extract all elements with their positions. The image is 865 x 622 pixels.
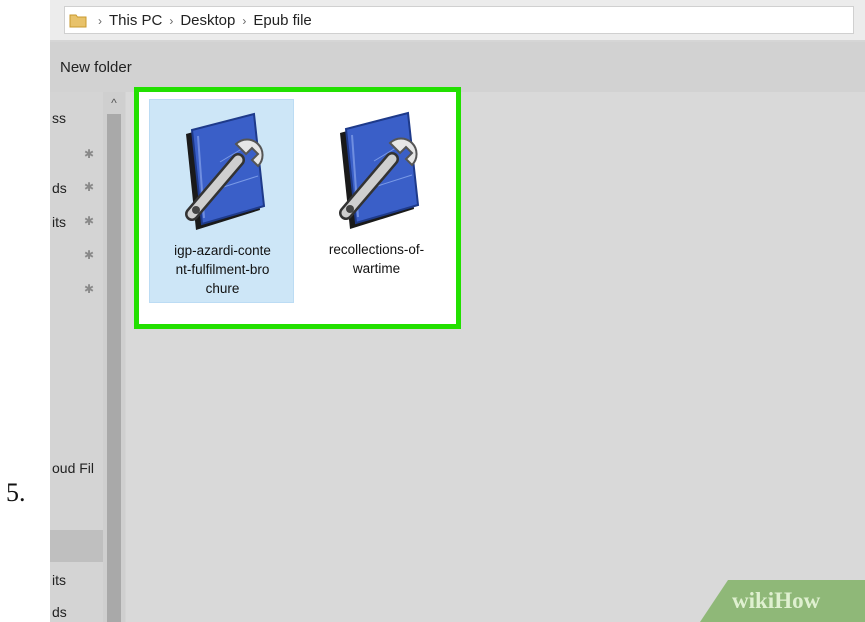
- nav-item-cloud-files[interactable]: oud Fil: [52, 460, 94, 476]
- file-explorer-window: › This PC › Desktop › Epub file New folder ss…: [50, 0, 865, 622]
- pin-icon[interactable]: ✱: [84, 147, 94, 161]
- address-box[interactable]: › This PC › Desktop › Epub file: [64, 6, 854, 34]
- scroll-up-icon[interactable]: ^: [103, 92, 125, 114]
- wikihow-watermark: wikiHow: [732, 588, 820, 614]
- breadcrumb-separator: ›: [98, 14, 102, 28]
- breadcrumb-desktop[interactable]: Desktop: [180, 12, 235, 29]
- step-number: 5.: [6, 478, 26, 507]
- nav-item-downloads[interactable]: ds: [52, 180, 67, 196]
- file-name-line: chure: [205, 281, 240, 296]
- folder-icon: [69, 14, 87, 28]
- nav-item-documents[interactable]: its: [52, 214, 66, 230]
- nav-item-downloads-2[interactable]: ds: [52, 604, 67, 620]
- pin-icon[interactable]: ✱: [84, 282, 94, 296]
- file-name-line: recollections-of-: [328, 242, 425, 257]
- address-bar: › This PC › Desktop › Epub file: [50, 0, 865, 40]
- breadcrumb-epub-file[interactable]: Epub file: [253, 12, 311, 29]
- breadcrumb-separator: ›: [169, 14, 174, 28]
- file-item-recollections-of-wartime[interactable]: recollections-of- wartime: [304, 99, 449, 303]
- breadcrumb-separator: ›: [242, 14, 247, 28]
- highlight-box: igp-azardi-conte nt-fulfilment-bro chure…: [134, 87, 461, 329]
- file-name-label: recollections-of- wartime: [308, 240, 445, 278]
- watermark-how: How: [774, 588, 821, 613]
- file-item-igp-azardi[interactable]: igp-azardi-conte nt-fulfilment-bro chure: [149, 99, 294, 303]
- epub-book-wrench-icon: [185, 112, 266, 230]
- nav-selected-highlight: [50, 530, 103, 562]
- nav-scrollbar[interactable]: ^: [103, 92, 125, 622]
- file-name-label: igp-azardi-conte nt-fulfilment-bro chure: [154, 241, 291, 298]
- file-name-line: wartime: [352, 261, 401, 276]
- nav-item-quick-access[interactable]: ss: [52, 110, 66, 126]
- scroll-thumb[interactable]: [107, 114, 121, 622]
- breadcrumb: › This PC › Desktop › Epub file: [91, 12, 312, 29]
- file-name-line: nt-fulfilment-bro: [175, 262, 270, 277]
- file-name-line: igp-azardi-conte: [174, 243, 271, 258]
- new-folder-button[interactable]: New folder: [60, 59, 132, 76]
- pin-icon[interactable]: ✱: [84, 214, 94, 228]
- command-toolbar: New folder: [50, 42, 865, 93]
- pin-icon[interactable]: ✱: [84, 248, 94, 262]
- pin-icon[interactable]: ✱: [84, 180, 94, 194]
- breadcrumb-this-pc[interactable]: This PC: [109, 12, 162, 29]
- epub-book-wrench-icon: [339, 111, 420, 229]
- watermark-wiki: wiki: [732, 588, 775, 613]
- nav-item-documents-2[interactable]: its: [52, 572, 66, 588]
